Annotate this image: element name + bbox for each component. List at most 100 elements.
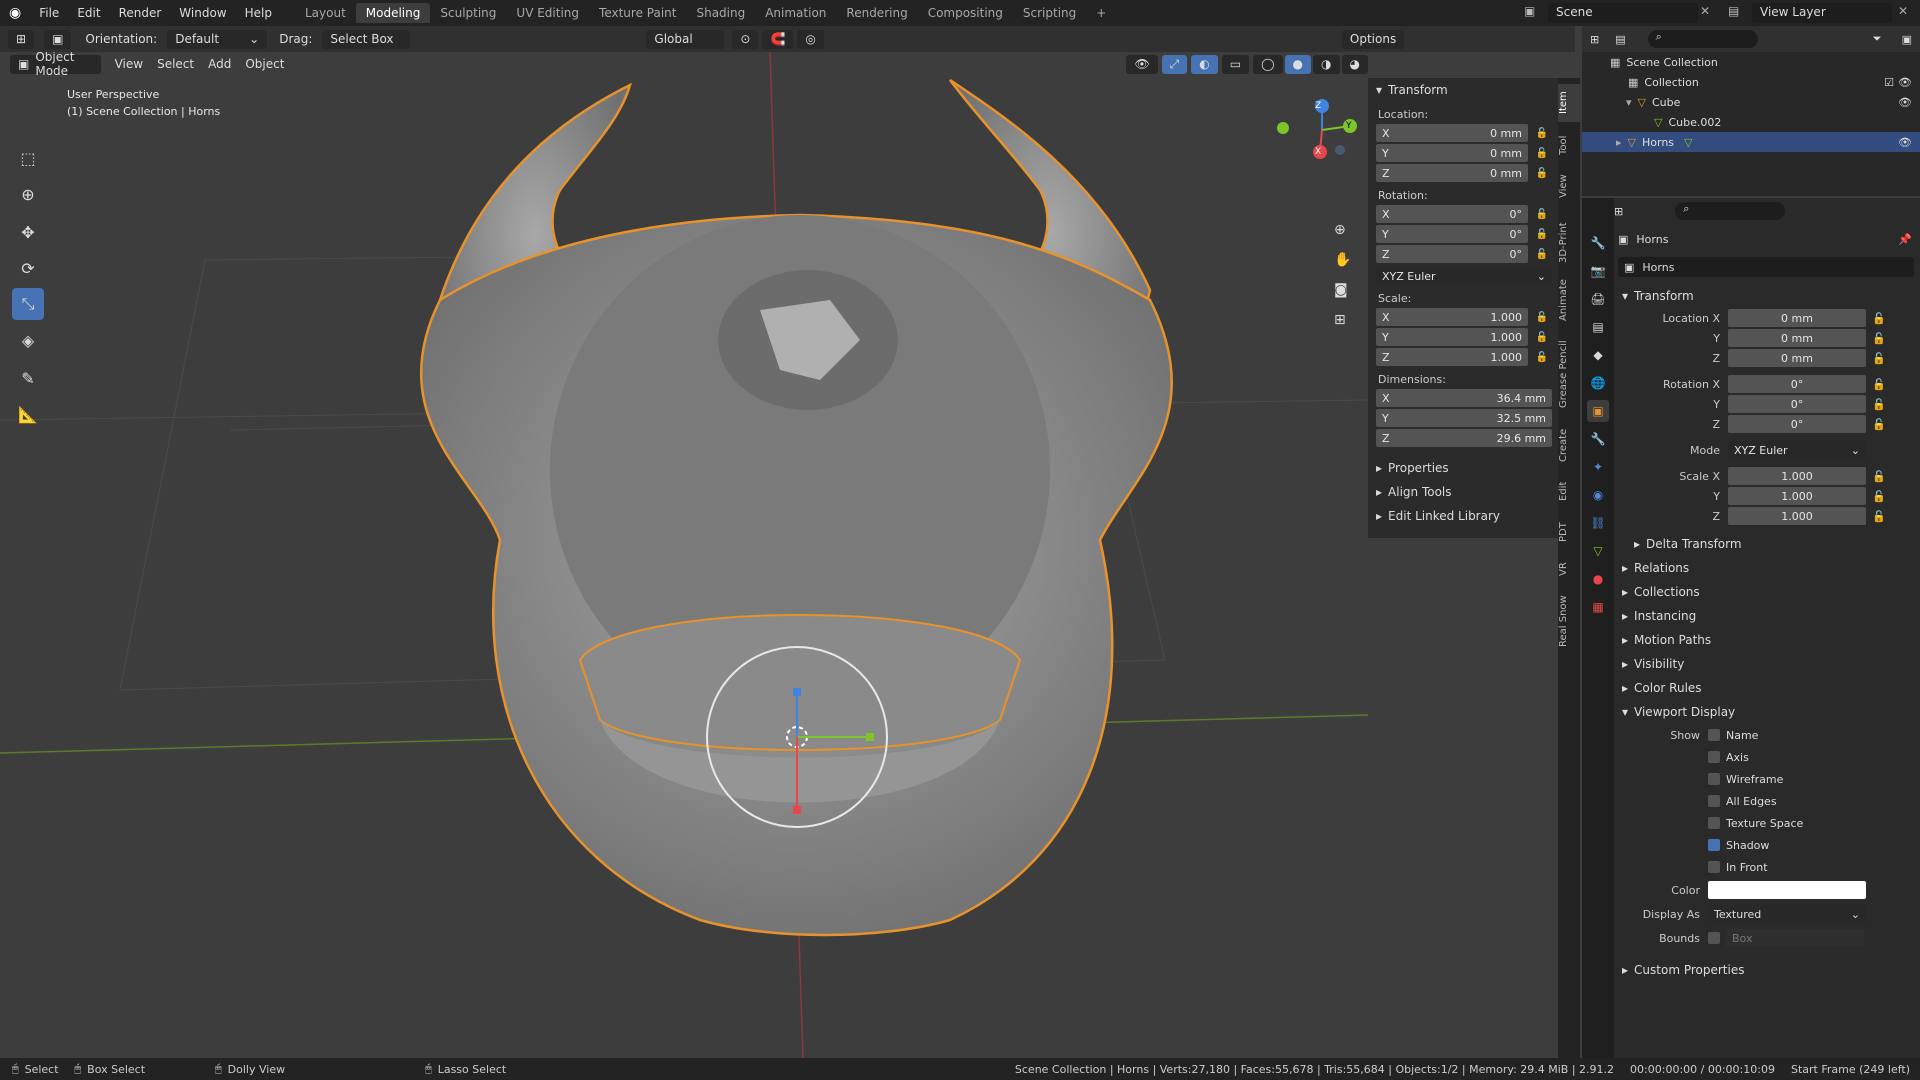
- lock-icon[interactable]: 🔓: [1532, 229, 1552, 240]
- measure-icon[interactable]: 📐: [12, 398, 44, 430]
- annotate-icon[interactable]: ✎: [12, 362, 44, 394]
- select-box-icon[interactable]: ⬚: [12, 142, 44, 174]
- lock-icon[interactable]: 🔓: [1872, 398, 1886, 411]
- mode-dropdown[interactable]: ▣ Object Mode: [10, 52, 101, 78]
- transform-icon[interactable]: ◈: [12, 324, 44, 356]
- lock-icon[interactable]: 🔓: [1532, 209, 1552, 220]
- close-scene-icon[interactable]: ✕: [1700, 4, 1710, 18]
- tab-tool[interactable]: Tool: [1558, 128, 1580, 162]
- lock-icon[interactable]: 🔓: [1872, 352, 1886, 365]
- eye-icon[interactable]: 👁: [1898, 76, 1912, 89]
- outliner-item-cube[interactable]: ▾ ▽ Cube 👁: [1582, 92, 1920, 112]
- visibility-toggle[interactable]: 👁: [1126, 54, 1158, 74]
- show-axis-checkbox[interactable]: [1708, 751, 1720, 763]
- lock-icon[interactable]: 🔓: [1532, 128, 1552, 139]
- editor-type-button[interactable]: ⊞: [8, 29, 35, 49]
- menu-select[interactable]: Select: [157, 57, 194, 71]
- menu-file[interactable]: File: [30, 6, 68, 20]
- blender-logo-icon[interactable]: ◉: [0, 5, 30, 21]
- properties-panel-header[interactable]: ▸ Properties: [1368, 456, 1558, 480]
- snap-button[interactable]: 🧲: [762, 29, 794, 49]
- outliner-item-horns[interactable]: ▸ ▽ Horns ▽ 👁: [1582, 132, 1920, 152]
- tab-animate[interactable]: Animate: [1558, 274, 1580, 326]
- chevron-right-icon[interactable]: ▸: [1616, 136, 1622, 149]
- mode-dropdown[interactable]: XYZ Euler ⌄: [1728, 441, 1866, 459]
- modifier-properties-icon[interactable]: 🔧: [1587, 428, 1609, 450]
- dimensions-x-field[interactable]: X 36.4 mm: [1376, 389, 1552, 407]
- proportional-edit-button[interactable]: ◎: [797, 29, 824, 49]
- render-properties-icon[interactable]: 📷: [1587, 260, 1609, 282]
- show-in-front-checkbox[interactable]: [1708, 861, 1720, 873]
- tool-properties-icon[interactable]: 🔧: [1587, 232, 1609, 254]
- lock-icon[interactable]: 🔓: [1532, 312, 1552, 323]
- show-name-checkbox[interactable]: [1708, 729, 1720, 741]
- options-dropdown[interactable]: Options: [1341, 29, 1405, 49]
- world-properties-icon[interactable]: 🌐: [1587, 372, 1609, 394]
- rotate-icon[interactable]: ⟳: [12, 252, 44, 284]
- tab-real-snow[interactable]: Real Snow: [1558, 588, 1580, 654]
- scale-x-field[interactable]: X 1.000: [1376, 308, 1528, 326]
- show-shadow-checkbox[interactable]: [1708, 839, 1720, 851]
- close-view-layer-icon[interactable]: ✕: [1898, 4, 1908, 18]
- lock-icon[interactable]: 🔓: [1872, 378, 1886, 391]
- new-collection-icon[interactable]: ▣: [1902, 33, 1912, 46]
- lock-icon[interactable]: 🔓: [1532, 148, 1552, 159]
- transform-orientation-dropdown[interactable]: Global: [646, 29, 725, 49]
- custom-properties-section-header[interactable]: ▸ Custom Properties: [1618, 958, 1918, 982]
- menu-help[interactable]: Help: [236, 6, 281, 20]
- menu-edit[interactable]: Edit: [68, 6, 109, 20]
- show-all-edges-checkbox[interactable]: [1708, 795, 1720, 807]
- zoom-icon[interactable]: ⊕: [1334, 222, 1346, 238]
- particles-properties-icon[interactable]: ✦: [1587, 456, 1609, 478]
- menu-view[interactable]: View: [115, 57, 143, 71]
- tab-texture-paint[interactable]: Texture Paint: [589, 3, 686, 23]
- scale-y-field[interactable]: Y 1.000: [1376, 328, 1528, 346]
- scene-selector[interactable]: Scene: [1548, 3, 1698, 23]
- edit-linked-library-panel-header[interactable]: ▸ Edit Linked Library: [1368, 504, 1558, 528]
- location-z-input[interactable]: 0 mm: [1728, 349, 1866, 367]
- rotation-z-input[interactable]: 0°: [1728, 415, 1866, 433]
- material-shading[interactable]: ◑: [1313, 54, 1340, 74]
- transform-panel-header[interactable]: ▾ Transform: [1368, 78, 1558, 102]
- editor-type-icon[interactable]: ⊞: [1614, 205, 1623, 218]
- gizmo-toggle[interactable]: ⤢: [1161, 54, 1188, 74]
- dimensions-y-field[interactable]: Y 32.5 mm: [1376, 409, 1552, 427]
- scale-y-input[interactable]: 1.000: [1728, 487, 1866, 505]
- tab-modeling[interactable]: Modeling: [355, 3, 431, 23]
- delta-transform-header[interactable]: ▸ Delta Transform: [1618, 532, 1918, 556]
- show-wireframe-checkbox[interactable]: [1708, 773, 1720, 785]
- scene-properties-icon[interactable]: ◆: [1587, 344, 1609, 366]
- hand-pan-icon[interactable]: ✋: [1334, 252, 1351, 268]
- move-icon[interactable]: ✥: [12, 216, 44, 248]
- menu-window[interactable]: Window: [170, 6, 235, 20]
- active-tool-icon[interactable]: ▣: [44, 29, 72, 49]
- location-y-field[interactable]: Y 0 mm: [1376, 144, 1528, 162]
- gizmo-z-handle[interactable]: [793, 688, 801, 696]
- lock-icon[interactable]: 🔓: [1532, 249, 1552, 260]
- visibility-section-header[interactable]: ▸ Visibility: [1618, 652, 1918, 676]
- align-tools-panel-header[interactable]: ▸ Align Tools: [1368, 480, 1558, 504]
- data-properties-icon[interactable]: ▽: [1587, 540, 1609, 562]
- tab-grease-pencil[interactable]: Grease Pencil: [1558, 334, 1580, 414]
- rotation-x-input[interactable]: 0°: [1728, 375, 1866, 393]
- lock-icon[interactable]: 🔓: [1872, 418, 1886, 431]
- display-as-dropdown[interactable]: Textured ⌄: [1708, 905, 1866, 923]
- properties-search-input[interactable]: ⌕: [1675, 202, 1786, 220]
- gizmo-x-handle[interactable]: [793, 806, 801, 814]
- tab-view[interactable]: View: [1558, 168, 1580, 204]
- nav-neg-z-ball[interactable]: [1335, 145, 1345, 155]
- scale-z-field[interactable]: Z 1.000: [1376, 348, 1528, 366]
- relations-section-header[interactable]: ▸ Relations: [1618, 556, 1918, 580]
- overlay-toggle[interactable]: ◐: [1191, 54, 1218, 74]
- dimensions-z-field[interactable]: Z 29.6 mm: [1376, 429, 1552, 447]
- tab-layout[interactable]: Layout: [295, 3, 356, 23]
- outliner-item-cube-002[interactable]: ▽ Cube.002: [1582, 112, 1920, 132]
- camera-icon[interactable]: ◙: [1334, 282, 1348, 298]
- lock-icon[interactable]: 🔓: [1872, 312, 1886, 325]
- rotation-y-input[interactable]: 0°: [1728, 395, 1866, 413]
- lock-icon[interactable]: 🔓: [1532, 332, 1552, 343]
- rotation-mode-dropdown[interactable]: XYZ Euler ⌄: [1376, 267, 1552, 285]
- rotation-z-field[interactable]: Z 0°: [1376, 245, 1528, 263]
- viewport-display-section-header[interactable]: ▾ Viewport Display: [1618, 700, 1918, 724]
- grid-view-icon[interactable]: ⊞: [1334, 312, 1346, 328]
